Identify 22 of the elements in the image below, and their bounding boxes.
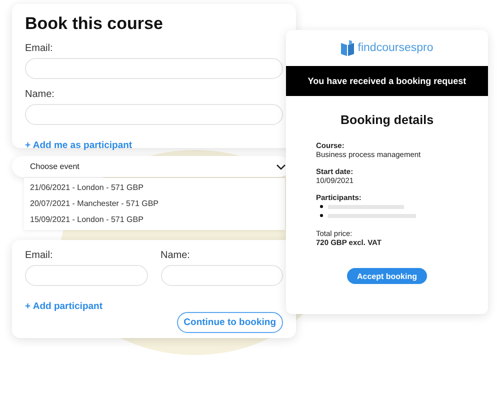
- email-heading: Booking details: [339, 113, 435, 127]
- dropdown-option[interactable]: 20/07/2021 - Manchester - 571 GBP: [30, 196, 279, 212]
- accept-button[interactable]: Accept booking: [347, 268, 427, 284]
- dropdown-option[interactable]: 15/09/2021 - London - 571 GBP: [30, 212, 279, 228]
- bullet-icon: [320, 205, 322, 208]
- card-title: Book this course: [25, 14, 164, 34]
- book-icon: [340, 40, 354, 56]
- input-field[interactable]: [25, 104, 283, 125]
- field-label: Email:: [25, 250, 54, 261]
- field-label: Name:: [160, 250, 191, 261]
- add-participant-link[interactable]: + Add me as participant: [25, 140, 132, 151]
- notification-banner: You have received a booking request: [286, 66, 488, 96]
- input-field[interactable]: [25, 265, 148, 286]
- continue-button[interactable]: Continue to booking: [176, 312, 283, 333]
- dropdown-option[interactable]: 21/06/2021 - London - 571 GBP: [30, 180, 279, 196]
- add-participant-link[interactable]: + Add participant: [25, 301, 103, 312]
- field-label: Email:: [25, 43, 54, 54]
- input-field[interactable]: [160, 265, 283, 286]
- field-label: Name:: [25, 89, 56, 100]
- logo-text: findcoursespro: [358, 42, 434, 54]
- input-field[interactable]: [25, 58, 283, 79]
- bullet-icon: [320, 214, 322, 217]
